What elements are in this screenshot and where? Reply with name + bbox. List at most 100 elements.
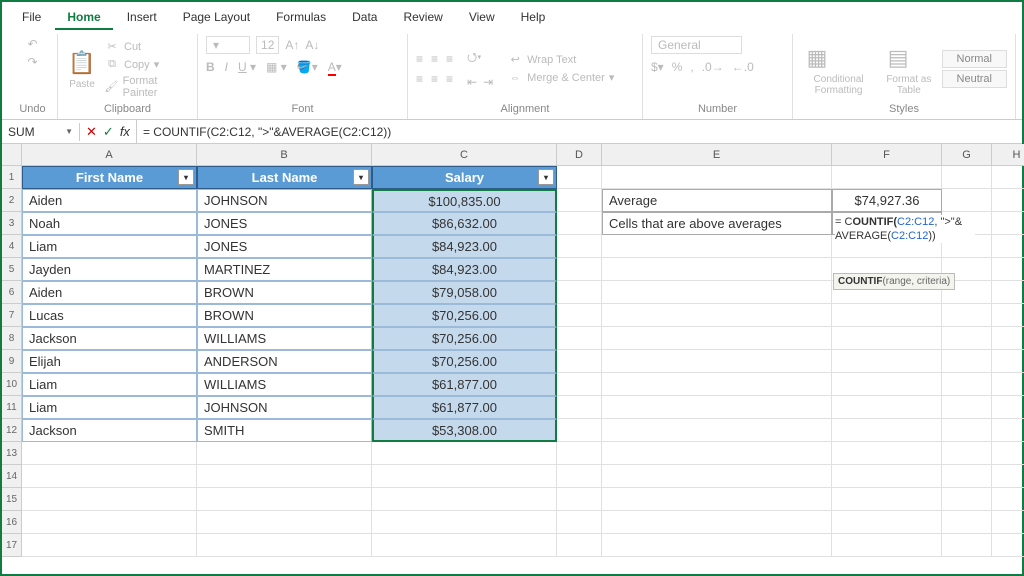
cell-E7[interactable] bbox=[602, 304, 832, 327]
decrease-font-icon[interactable]: A↓ bbox=[305, 38, 319, 52]
style-neutral[interactable]: Neutral bbox=[942, 70, 1007, 88]
menu-review[interactable]: Review bbox=[391, 6, 454, 30]
cell-C3[interactable]: $86,632.00 bbox=[372, 212, 557, 235]
cell-E13[interactable] bbox=[602, 442, 832, 465]
cell-C7[interactable]: $70,256.00 bbox=[372, 304, 557, 327]
cell-H5[interactable] bbox=[992, 258, 1024, 281]
cell-G16[interactable] bbox=[942, 511, 992, 534]
cell-C2[interactable]: $100,835.00 bbox=[372, 189, 557, 212]
menu-view[interactable]: View bbox=[457, 6, 507, 30]
cell-E12[interactable] bbox=[602, 419, 832, 442]
cut-button[interactable]: ✂Cut bbox=[104, 39, 189, 55]
currency-icon[interactable]: $▾ bbox=[651, 60, 664, 74]
font-size-select[interactable]: 12 bbox=[256, 36, 279, 54]
fx-icon[interactable]: fx bbox=[120, 124, 130, 139]
cell-E10[interactable] bbox=[602, 373, 832, 396]
cell-E4[interactable] bbox=[602, 235, 832, 258]
cell-H10[interactable] bbox=[992, 373, 1024, 396]
cell-E5[interactable] bbox=[602, 258, 832, 281]
col-header-A[interactable]: A bbox=[22, 144, 197, 166]
cell-H7[interactable] bbox=[992, 304, 1024, 327]
col-header-E[interactable]: E bbox=[602, 144, 832, 166]
cell-G12[interactable] bbox=[942, 419, 992, 442]
cell-C6[interactable]: $79,058.00 bbox=[372, 281, 557, 304]
cell-B7[interactable]: BROWN bbox=[197, 304, 372, 327]
comma-icon[interactable]: , bbox=[690, 60, 693, 74]
fill-color-button[interactable]: 🪣▾ bbox=[297, 60, 318, 74]
cell-H17[interactable] bbox=[992, 534, 1024, 557]
cell-C17[interactable] bbox=[372, 534, 557, 557]
cell-D17[interactable] bbox=[557, 534, 602, 557]
cell-B8[interactable]: WILLIAMS bbox=[197, 327, 372, 350]
cell-D5[interactable] bbox=[557, 258, 602, 281]
cell-H3[interactable] bbox=[992, 212, 1024, 235]
cell-H9[interactable] bbox=[992, 350, 1024, 373]
cell-H8[interactable] bbox=[992, 327, 1024, 350]
cell-D13[interactable] bbox=[557, 442, 602, 465]
italic-button[interactable]: I bbox=[225, 60, 228, 74]
orientation-icon[interactable]: ⭯▾ bbox=[467, 48, 493, 69]
cell-C9[interactable]: $70,256.00 bbox=[372, 350, 557, 373]
cell-A7[interactable]: Lucas bbox=[22, 304, 197, 327]
cell-B10[interactable]: WILLIAMS bbox=[197, 373, 372, 396]
cell-G9[interactable] bbox=[942, 350, 992, 373]
row-header-10[interactable]: 10 bbox=[2, 373, 22, 396]
cell-C10[interactable]: $61,877.00 bbox=[372, 373, 557, 396]
cell-H14[interactable] bbox=[992, 465, 1024, 488]
cell-E11[interactable] bbox=[602, 396, 832, 419]
col-header-F[interactable]: F bbox=[832, 144, 942, 166]
row-header-16[interactable]: 16 bbox=[2, 511, 22, 534]
cell-B2[interactable]: JOHNSON bbox=[197, 189, 372, 212]
cell-G8[interactable] bbox=[942, 327, 992, 350]
cell-F10[interactable] bbox=[832, 373, 942, 396]
cell-H6[interactable] bbox=[992, 281, 1024, 304]
cell-E15[interactable] bbox=[602, 488, 832, 511]
cell-D1[interactable] bbox=[557, 166, 602, 189]
cell-F7[interactable] bbox=[832, 304, 942, 327]
wrap-text-button[interactable]: ↩Wrap Text bbox=[507, 52, 614, 68]
menu-home[interactable]: Home bbox=[55, 6, 112, 30]
cell-F16[interactable] bbox=[832, 511, 942, 534]
cell-D8[interactable] bbox=[557, 327, 602, 350]
cell-F1[interactable] bbox=[832, 166, 942, 189]
cell-H16[interactable] bbox=[992, 511, 1024, 534]
cell-D11[interactable] bbox=[557, 396, 602, 419]
row-header-4[interactable]: 4 bbox=[2, 235, 22, 258]
indent-inc-icon[interactable]: ⇥ bbox=[483, 75, 493, 89]
table-header-A[interactable]: First Name▾ bbox=[22, 166, 197, 189]
redo-icon[interactable]: ↷ bbox=[25, 54, 41, 70]
cell-F17[interactable] bbox=[832, 534, 942, 557]
merge-center-button[interactable]: ⇔Merge & Center ▾ bbox=[507, 70, 614, 86]
cell-G2[interactable] bbox=[942, 189, 992, 212]
paste-icon[interactable]: 📋 bbox=[66, 47, 98, 79]
cell-H13[interactable] bbox=[992, 442, 1024, 465]
format-as-table-icon[interactable]: ▤ bbox=[882, 42, 914, 74]
col-header-B[interactable]: B bbox=[197, 144, 372, 166]
cell-B5[interactable]: MARTINEZ bbox=[197, 258, 372, 281]
cell-E1[interactable] bbox=[602, 166, 832, 189]
cell-H4[interactable] bbox=[992, 235, 1024, 258]
cell-H2[interactable] bbox=[992, 189, 1024, 212]
font-color-button[interactable]: A▾ bbox=[328, 60, 342, 74]
number-format-select[interactable]: General bbox=[651, 36, 742, 54]
undo-icon[interactable]: ↶ bbox=[25, 36, 41, 52]
cell-G17[interactable] bbox=[942, 534, 992, 557]
cell-B11[interactable]: JOHNSON bbox=[197, 396, 372, 419]
cell-C16[interactable] bbox=[372, 511, 557, 534]
filter-button-icon[interactable]: ▾ bbox=[538, 169, 554, 185]
cell-F3-editing[interactable]: = COUNTIF(C2:C12, ">"& AVERAGE(C2:C12))C… bbox=[832, 212, 942, 235]
menu-data[interactable]: Data bbox=[340, 6, 389, 30]
cell-A5[interactable]: Jayden bbox=[22, 258, 197, 281]
cell-D6[interactable] bbox=[557, 281, 602, 304]
cancel-icon[interactable]: ✕ bbox=[86, 124, 97, 140]
cell-C12[interactable]: $53,308.00 bbox=[372, 419, 557, 442]
cell-D14[interactable] bbox=[557, 465, 602, 488]
row-header-11[interactable]: 11 bbox=[2, 396, 22, 419]
menu-page-layout[interactable]: Page Layout bbox=[171, 6, 262, 30]
align-bot-icon[interactable]: ≡ bbox=[446, 52, 453, 66]
cell-D7[interactable] bbox=[557, 304, 602, 327]
row-header-3[interactable]: 3 bbox=[2, 212, 22, 235]
cell-F13[interactable] bbox=[832, 442, 942, 465]
cell-E9[interactable] bbox=[602, 350, 832, 373]
cell-B6[interactable]: BROWN bbox=[197, 281, 372, 304]
